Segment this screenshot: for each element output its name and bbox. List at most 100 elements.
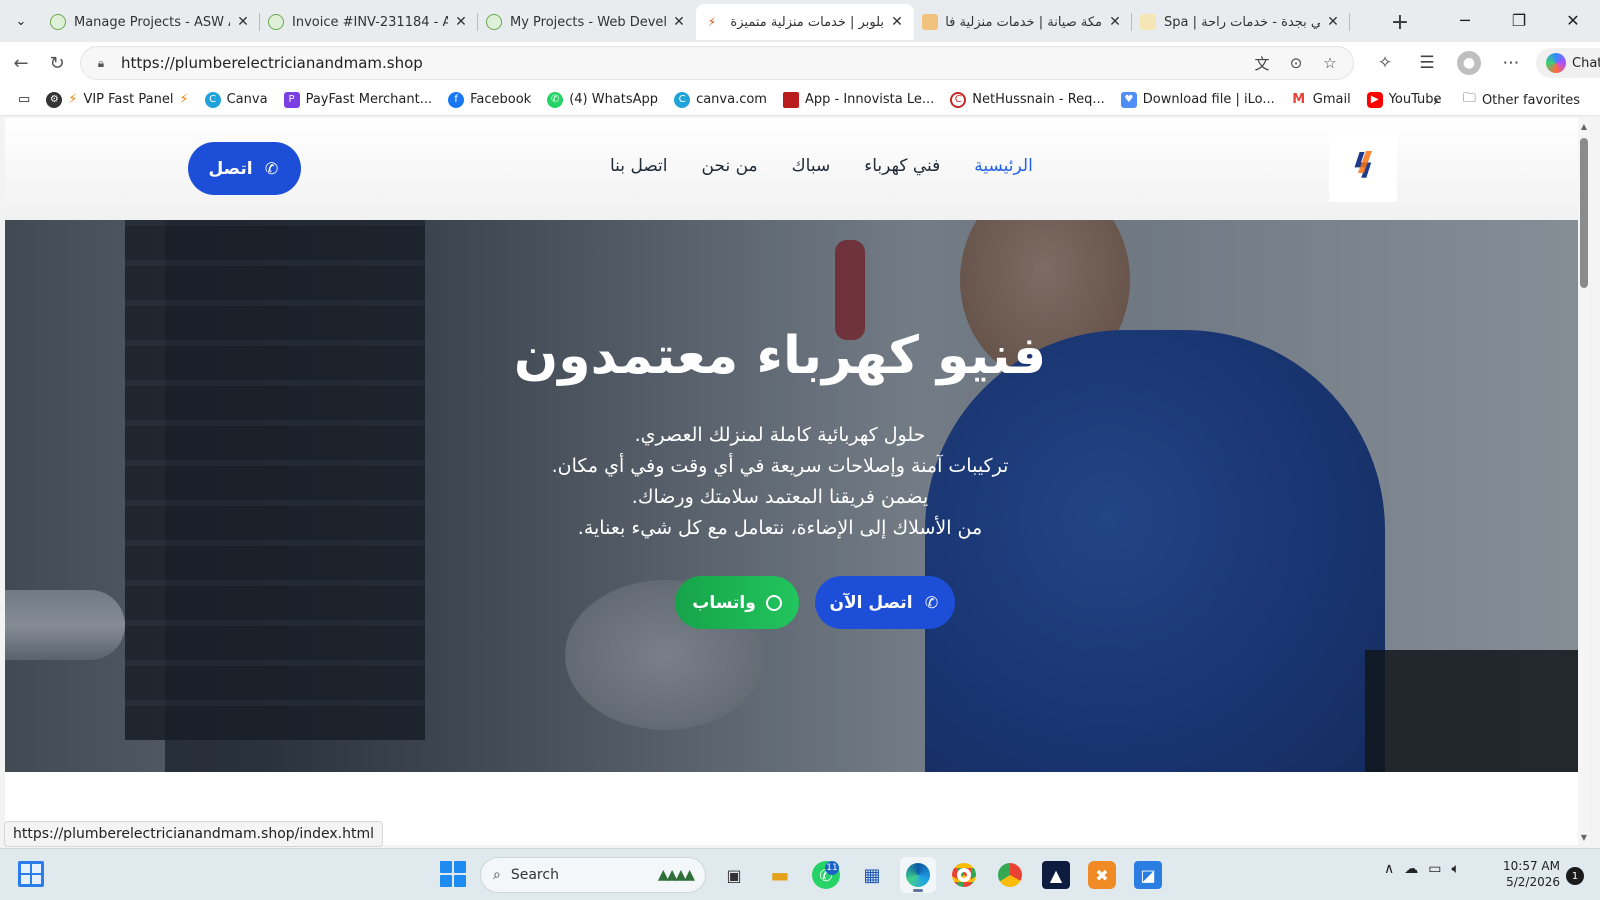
address-bar[interactable]: 🔒︎ https://plumberelectricianandmam.shop… [80, 46, 1354, 80]
header-call-button[interactable]: ✆ اتصل [188, 142, 301, 195]
favorite-star-icon[interactable]: ☆ [1319, 52, 1341, 74]
hero-description: حلول كهربائية كاملة لمنزلك العصري. تركيب… [5, 420, 1555, 544]
site-logo[interactable]: ϟ [1329, 132, 1397, 202]
whatsapp-button[interactable]: واتساب [675, 576, 799, 629]
url-text[interactable]: https://plumberelectricianandmam.shop [121, 54, 1251, 72]
hero-content: فنيو كهرباء معتمدون حلول كهربائية كاملة … [5, 220, 1578, 772]
call-now-button[interactable]: ✆ اتصل الآن [815, 576, 955, 629]
favorites-icon[interactable]: ☰ [1410, 46, 1444, 80]
whatsapp-app[interactable]: ✆ 11 [812, 861, 840, 889]
hero-line: تركيبات آمنة وإصلاحات سريعة في أي وقت وف… [551, 455, 1009, 477]
bookmark-payfast[interactable]: P PayFast Merchant... [276, 86, 441, 114]
search-placeholder: Search [510, 867, 559, 883]
chevron-down-icon: ⌄ [15, 13, 27, 29]
edge-app[interactable] [900, 857, 936, 893]
system-clock[interactable]: 10:57 AM 5/2/2026 [1498, 858, 1560, 890]
volume-icon[interactable]: 🔈︎ [1451, 861, 1459, 877]
bookmark-innovista[interactable]: App - Innovista Le... [775, 86, 942, 114]
task-view-icon: ▣ [726, 865, 742, 885]
chrome-profile-app[interactable] [992, 857, 1028, 893]
phone-icon: ✆ [264, 159, 279, 178]
chat-label: Chat [1572, 55, 1600, 71]
asw-logo-icon [268, 14, 284, 30]
page-scrollbar[interactable]: ▲ ▼ [1578, 118, 1590, 845]
tab-manage-projects[interactable]: Manage Projects - ASW Admi ✕ [42, 4, 260, 40]
system-tray: ∧ ☁ ▭ 🔈︎ [1384, 861, 1460, 877]
hero-line: من الأسلاك إلى الإضاءة، نتعامل مع كل شيء… [577, 517, 983, 539]
tab-my-projects[interactable]: My Projects - Web Developm ✕ [478, 4, 696, 40]
show-hidden-icons[interactable]: ∧ [1384, 861, 1394, 877]
tab-invoice[interactable]: Invoice #INV-231184 - Abu S ✕ [260, 4, 478, 40]
nav-plumber[interactable]: سباك [792, 156, 831, 176]
bookmark-ilovepdf[interactable]: ♥ Download file | iLo... [1113, 86, 1283, 114]
close-tab-icon[interactable]: ✕ [234, 13, 252, 31]
translate-icon[interactable]: 文 [1251, 52, 1273, 74]
close-tab-icon[interactable]: ✕ [452, 13, 470, 31]
tab-spa[interactable]: Spa | فندقي بجدة - خدمات راحة ✕ [1132, 4, 1350, 40]
notification-badge[interactable]: 1 [1566, 867, 1584, 885]
gmail-icon: M [1290, 91, 1307, 108]
copilot-chat-button[interactable]: Chat [1536, 48, 1600, 78]
nav-home[interactable]: الرئيسية [974, 156, 1033, 176]
xampp-app[interactable]: ✖ [1088, 861, 1116, 889]
close-tab-icon[interactable]: ✕ [670, 13, 688, 31]
main-nav: الرئيسية فني كهرباء سباك من نحن اتصل بنا [610, 156, 1033, 176]
back-button[interactable]: ← [4, 46, 38, 80]
bookmark-gmail[interactable]: M Gmail [1283, 86, 1359, 114]
more-tools-icon[interactable]: ⊙ [1285, 52, 1307, 74]
close-window-button[interactable]: ✕ [1546, 0, 1600, 40]
close-tab-icon[interactable]: ✕ [1324, 13, 1342, 31]
scroll-up-icon[interactable]: ▲ [1578, 120, 1590, 132]
scroll-down-icon[interactable]: ▼ [1578, 831, 1590, 843]
chrome-icon [998, 863, 1022, 887]
profile-button[interactable]: ● [1452, 46, 1486, 80]
settings-more-icon[interactable]: ⋯ [1494, 46, 1528, 80]
more-favorites-button[interactable]: › [1424, 88, 1448, 112]
onedrive-icon[interactable]: ☁ [1404, 861, 1418, 877]
widgets-button[interactable] [18, 861, 44, 887]
tab-title: مكة صيانة | خدمات منزلية فاخرة [946, 14, 1102, 30]
favorites-bar: ▭ ⚙ ⚡ VIP Fast Panel ⚡ C Canva P PayFast Merc… [0, 84, 1600, 116]
tab-plumber-active[interactable]: ⚡ بلوبر | خدمات منزلية متميزة ✕ [696, 4, 914, 40]
network-icon[interactable]: ▭ [1428, 861, 1441, 877]
photos-app[interactable]: ◪ [1134, 861, 1162, 889]
bookmark-canva-com[interactable]: Ccanva.com [666, 86, 775, 114]
bookmark-facebook[interactable]: f Facebook [440, 86, 539, 114]
start-button[interactable] [440, 861, 466, 887]
bookmark-vip-fast-panel[interactable]: ⚙ ⚡ VIP Fast Panel ⚡ [38, 86, 196, 114]
folder-icon: 🗀︎ [1462, 91, 1476, 106]
taskbar-search[interactable]: ⌕ Search ▲▲▲▲ [480, 857, 706, 893]
tab-actions-menu-button[interactable]: ⌄ [8, 8, 34, 34]
minimize-button[interactable]: ─ [1438, 0, 1492, 40]
tab-title: بلوبر | خدمات منزلية متميزة [730, 14, 884, 30]
other-favorites-folder[interactable]: 🗀︎ Other favorites [1455, 86, 1588, 114]
web-page: ϟ الرئيسية فني كهرباء سباك من نحن اتصل ب… [5, 118, 1583, 845]
store-app[interactable]: ▦ [854, 857, 890, 893]
taskbar-apps: ▣ ▬ ✆ 11 ▦ ▲ ✖ ◪ [716, 857, 1166, 893]
chrome-app[interactable] [946, 857, 982, 893]
xampp-icon: ✖ [1095, 865, 1109, 885]
bookmark-canva[interactable]: C Canva [197, 86, 276, 114]
site-info-icon[interactable]: 🔒︎ [93, 55, 109, 71]
refresh-button[interactable]: ↻ [40, 46, 74, 80]
nav-contact[interactable]: اتصل بنا [610, 156, 668, 176]
arc-app[interactable]: ▲ [1042, 861, 1070, 889]
facebook-icon: f [448, 91, 465, 108]
restore-button[interactable]: ❐ [1492, 0, 1546, 40]
close-tab-icon[interactable]: ✕ [888, 13, 906, 31]
task-view-button[interactable]: ▣ [716, 857, 752, 893]
close-tab-icon[interactable]: ✕ [1106, 13, 1124, 31]
new-tab-button[interactable]: + [1386, 8, 1414, 36]
hero-actions: ✆ اتصل الآن واتساب [655, 576, 955, 630]
tab-makkah-maintenance[interactable]: مكة صيانة | خدمات منزلية فاخرة ✕ [914, 4, 1132, 40]
extensions-icon[interactable]: ✧ [1368, 46, 1402, 80]
bookmark-nethussnain[interactable]: C NetHussnain - Req... [942, 86, 1113, 114]
nav-electrician[interactable]: فني كهرباء [864, 156, 940, 176]
phone-icon: ✆ [924, 593, 939, 612]
file-explorer-app[interactable]: ▬ [762, 857, 798, 893]
reading-list-button[interactable]: ▭ [10, 86, 38, 114]
scrollbar-thumb[interactable] [1580, 138, 1588, 288]
bookmark-whatsapp[interactable]: ✆ (4) WhatsApp [539, 86, 666, 114]
nav-about[interactable]: من نحن [702, 156, 758, 176]
launcher-icon: ▲ [1049, 865, 1063, 885]
